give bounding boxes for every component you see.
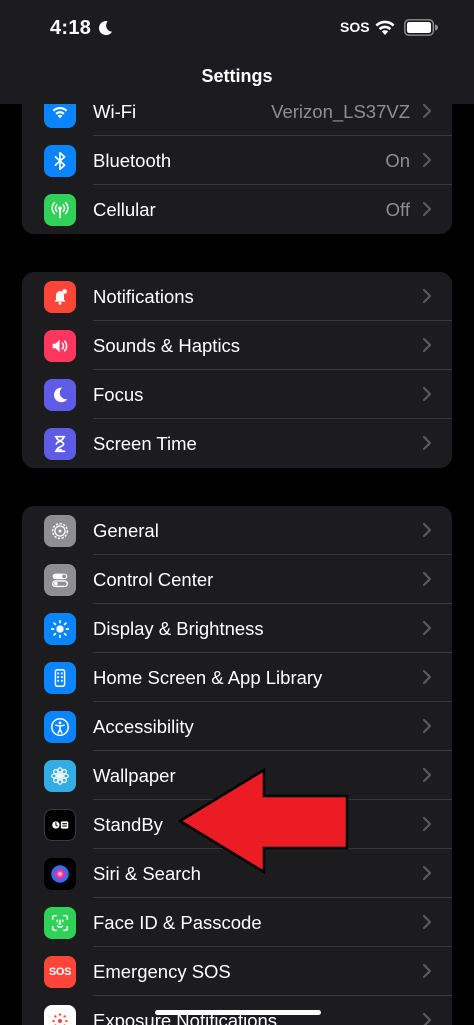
status-time: 4:18 <box>50 17 92 39</box>
settings-row-cellular[interactable]: Cellular Off <box>22 185 452 234</box>
settings-row-label: Control Center <box>93 568 214 590</box>
chevron-right-icon <box>422 669 432 685</box>
settings-row-display-brightness[interactable]: Display & Brightness <box>22 604 452 653</box>
settings-row-label: Notifications <box>93 285 194 307</box>
cellular-icon <box>44 194 76 226</box>
chevron-right-icon <box>422 152 432 168</box>
chevron-right-icon <box>422 103 432 119</box>
chevron-right-icon <box>422 718 432 734</box>
settings-row-screen-time[interactable]: Screen Time <box>22 419 452 468</box>
settings-row-label: Cellular <box>93 198 156 220</box>
sun-icon <box>44 613 76 645</box>
bell-icon <box>44 281 76 313</box>
hourglass-icon <box>44 428 76 460</box>
chevron-right-icon <box>422 522 432 538</box>
chevron-right-icon <box>422 201 432 217</box>
settings-row-label: Accessibility <box>93 715 194 737</box>
battery-icon <box>404 19 438 36</box>
settings-row-emergency-sos[interactable]: SOS Emergency SOS <box>22 947 452 996</box>
sos-icon-text: SOS <box>48 966 72 978</box>
bluetooth-icon <box>44 145 76 177</box>
settings-row-label: General <box>93 519 159 541</box>
focus-moon-icon <box>98 21 113 36</box>
settings-row-label: Bluetooth <box>93 149 172 171</box>
settings-row-label: Emergency SOS <box>93 960 231 982</box>
siri-icon <box>44 858 76 890</box>
settings-row-label: Display & Brightness <box>93 617 264 639</box>
navigation-bar: 4:18 SOS Settings <box>0 0 474 104</box>
exposure-icon <box>44 1005 76 1025</box>
chevron-right-icon <box>422 288 432 304</box>
settings-row-home-screen[interactable]: Home Screen & App Library <box>22 653 452 702</box>
settings-row-bluetooth[interactable]: Bluetooth On <box>22 136 452 185</box>
settings-row-label: Wallpaper <box>93 764 176 786</box>
settings-row-label: Screen Time <box>93 432 197 454</box>
faceid-icon <box>44 907 76 939</box>
accessibility-icon <box>44 711 76 743</box>
settings-row-value: Off <box>385 198 410 220</box>
toggles-icon <box>44 564 76 596</box>
wifi-signal-icon <box>375 20 395 35</box>
chevron-right-icon <box>422 914 432 930</box>
settings-group-notifications: Notifications Sounds & Haptics Focus Scr… <box>22 272 452 468</box>
speaker-icon <box>44 330 76 362</box>
settings-row-label: Focus <box>93 383 144 405</box>
chevron-right-icon <box>422 1012 432 1025</box>
settings-row-face-id[interactable]: Face ID & Passcode <box>22 898 452 947</box>
chevron-right-icon <box>422 386 432 402</box>
home-screen-icon <box>44 662 76 694</box>
settings-row-value: On <box>385 149 410 171</box>
chevron-right-icon <box>422 435 432 451</box>
settings-group-connectivity: Wi-Fi Verizon_LS37VZ Bluetooth On Cellul… <box>22 87 452 234</box>
gear-icon <box>44 515 76 547</box>
home-indicator[interactable] <box>155 1010 321 1015</box>
chevron-right-icon <box>422 571 432 587</box>
chevron-right-icon <box>422 337 432 353</box>
settings-row-label: Face ID & Passcode <box>93 911 262 933</box>
settings-row-label: StandBy <box>93 813 163 835</box>
annotation-arrow-icon <box>178 768 349 874</box>
settings-row-focus[interactable]: Focus <box>22 370 452 419</box>
settings-row-accessibility[interactable]: Accessibility <box>22 702 452 751</box>
settings-row-label: Home Screen & App Library <box>93 666 323 688</box>
settings-row-general[interactable]: General <box>22 506 452 555</box>
chevron-right-icon <box>422 620 432 636</box>
moon-icon <box>44 379 76 411</box>
status-bar: 4:18 SOS <box>0 0 474 58</box>
settings-row-label: Sounds & Haptics <box>93 334 241 356</box>
annotation-arrow-shape <box>178 768 349 874</box>
sos-badge: SOS <box>340 19 370 35</box>
settings-group-general: General Control Center Display & Brightn… <box>22 506 452 1025</box>
standby-icon <box>44 809 76 841</box>
chevron-right-icon <box>422 767 432 783</box>
settings-row-sounds-haptics[interactable]: Sounds & Haptics <box>22 321 452 370</box>
chevron-right-icon <box>422 865 432 881</box>
settings-row-notifications[interactable]: Notifications <box>22 272 452 321</box>
settings-row-control-center[interactable]: Control Center <box>22 555 452 604</box>
sos-icon: SOS <box>44 956 76 988</box>
page-title: Settings <box>201 66 273 86</box>
chevron-right-icon <box>422 816 432 832</box>
chevron-right-icon <box>422 963 432 979</box>
flower-icon <box>44 760 76 792</box>
